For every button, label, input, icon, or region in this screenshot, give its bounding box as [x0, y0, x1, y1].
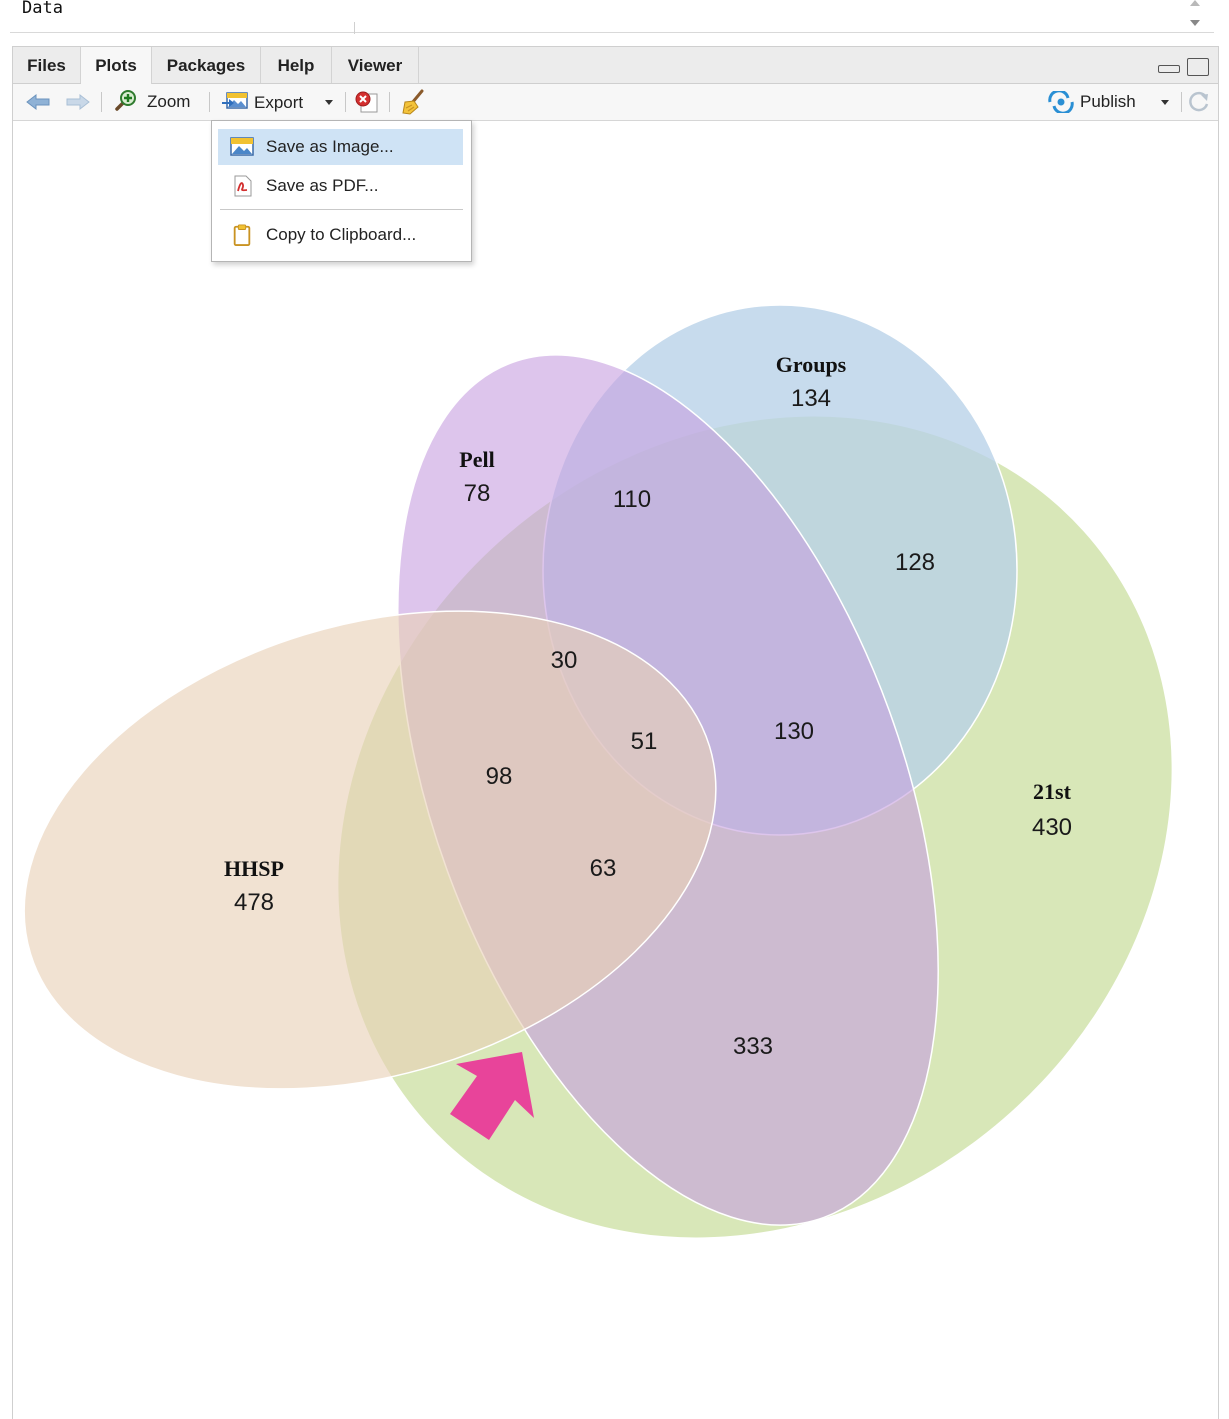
set-name-hhsp: HHSP — [224, 856, 284, 881]
set-count-21st: 430 — [1032, 814, 1072, 841]
region-count: 63 — [590, 855, 617, 882]
clipboard-icon — [233, 224, 251, 246]
venn-diagram-plot: Pell 78 Groups 134 21st 430 HHSP 478 110… — [23, 304, 1172, 1238]
pdf-icon — [234, 175, 252, 197]
region-count: 128 — [895, 549, 935, 576]
set-name-21st: 21st — [1033, 779, 1072, 804]
export-dropdown-menu: Save as Image... Save as PDF... Copy to … — [211, 120, 472, 262]
set-name-groups: Groups — [776, 352, 847, 377]
menu-separator — [220, 209, 463, 210]
menu-item-save-as-image[interactable]: Save as Image... — [218, 129, 463, 165]
image-icon — [230, 137, 254, 156]
region-count: 98 — [486, 763, 513, 790]
set-count-hhsp: 478 — [234, 889, 274, 916]
menu-item-label: Save as PDF... — [266, 176, 379, 195]
region-count: 333 — [733, 1033, 773, 1060]
set-count-groups: 134 — [791, 385, 831, 412]
region-count: 51 — [631, 728, 658, 755]
menu-item-copy-to-clipboard[interactable]: Copy to Clipboard... — [218, 217, 463, 253]
set-count-pell: 78 — [464, 480, 491, 507]
region-count: 130 — [774, 718, 814, 745]
menu-item-label: Copy to Clipboard... — [266, 225, 417, 244]
region-count: 110 — [613, 486, 651, 513]
region-count: 30 — [551, 647, 578, 674]
menu-item-label: Save as Image... — [266, 137, 394, 156]
set-name-pell: Pell — [459, 447, 494, 472]
menu-item-save-as-pdf[interactable]: Save as PDF... — [218, 168, 463, 204]
